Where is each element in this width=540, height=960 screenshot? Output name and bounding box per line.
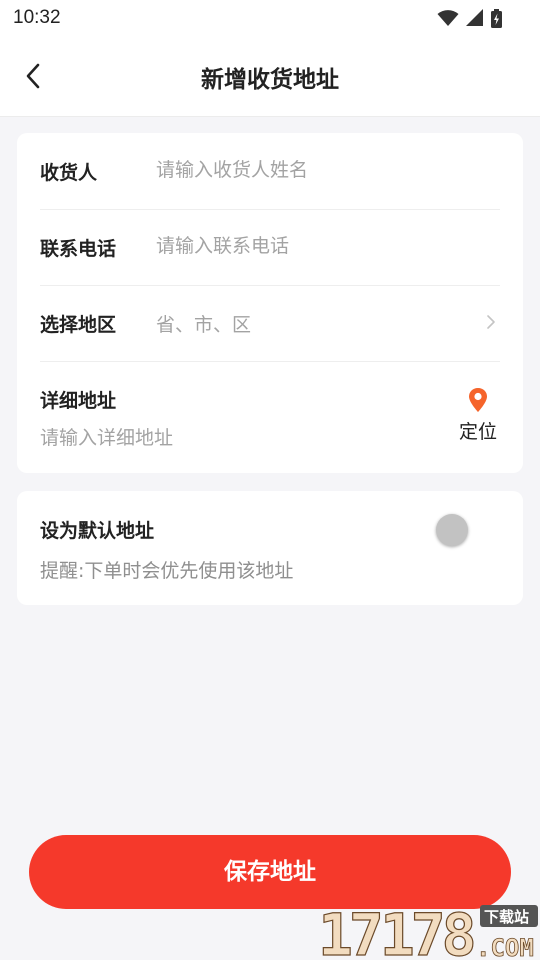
chevron-right-icon [487,315,495,329]
recipient-label: 收货人 [40,162,98,184]
signal-icon [466,9,483,26]
phone-label: 联系电话 [40,238,117,260]
address-form-card: 收货人 联系电话 选择地区 省、市、区 详细地址 定位 [17,133,523,473]
detail-address-label: 详细地址 [40,390,117,412]
status-time: 10:32 [13,7,61,28]
app-header: 新增收货地址 [0,36,540,117]
location-pin-icon [469,388,487,412]
detail-address-input[interactable] [40,423,420,453]
wifi-icon [437,10,459,26]
status-icons [437,8,502,28]
save-address-button[interactable]: 保存地址 [29,835,511,909]
battery-icon [491,8,502,28]
recipient-row: 收货人 [40,133,500,210]
default-address-title: 设为默认地址 [40,520,155,542]
detail-address-row: 详细地址 定位 [40,361,500,461]
page-title: 新增收货地址 [201,67,339,93]
region-placeholder: 省、市、区 [156,314,252,336]
recipient-input[interactable] [156,155,476,185]
phone-row: 联系电话 [40,209,500,286]
locate-button[interactable]: 定位 [456,387,500,447]
region-selector[interactable]: 选择地区 省、市、区 [40,285,500,362]
locate-label: 定位 [458,421,497,443]
region-label: 选择地区 [40,314,117,336]
svg-text:下载站: 下载站 [484,908,529,926]
default-address-hint: 提醒:下单时会优先使用该地址 [40,560,294,582]
phone-input[interactable] [156,231,476,261]
status-bar: 10:32 [0,0,540,36]
default-address-card: 设为默认地址 提醒:下单时会优先使用该地址 [17,491,523,605]
svg-text:17178: 17178 [318,901,474,960]
default-address-toggle[interactable] [436,514,468,546]
svg-text:.COM: .COM [476,934,534,960]
